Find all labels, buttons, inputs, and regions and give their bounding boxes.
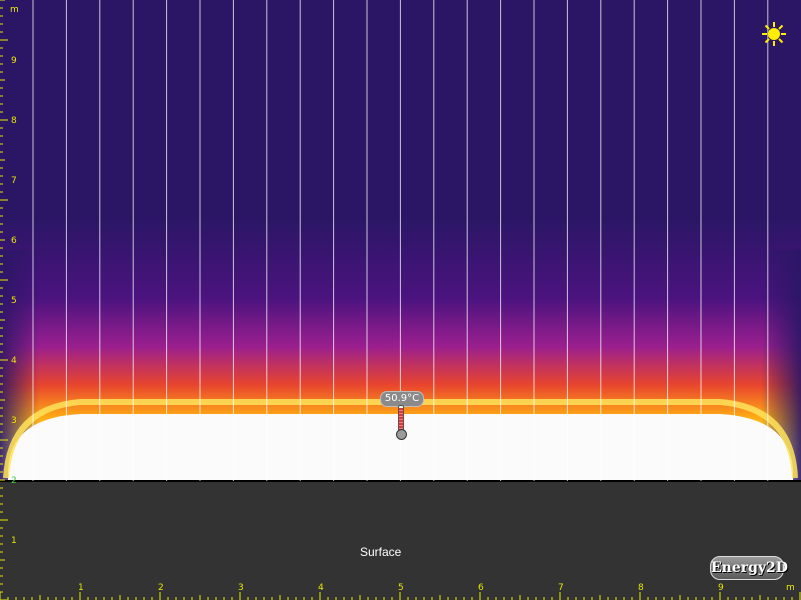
ruler-label-y: 4 [11, 356, 17, 366]
ruler-label-x: 4 [318, 583, 324, 593]
thermometer-icon[interactable] [396, 405, 407, 440]
ruler-label-y: 1 [11, 536, 17, 546]
ruler-label-x: 8 [638, 583, 644, 593]
ruler-unit-y: m [10, 5, 19, 15]
surface-label: Surface [360, 545, 402, 559]
ruler-label-x: 3 [238, 583, 244, 593]
energy2d-logo[interactable]: Energy2D [710, 556, 788, 580]
ruler-label-x: 7 [558, 583, 564, 593]
ruler-label-y: 2 [11, 476, 17, 486]
ruler-label-y: 9 [11, 56, 17, 66]
ruler-label-x: 6 [478, 583, 484, 593]
ruler-label-y: 6 [11, 236, 17, 246]
ruler-label-y: 8 [11, 116, 17, 126]
thermometer-mercury [399, 408, 403, 430]
ruler-label-x: 2 [158, 583, 164, 593]
ruler-label-x: 5 [398, 583, 404, 593]
ruler-label-y: 3 [11, 416, 17, 426]
ruler-label-x: 9 [718, 583, 724, 593]
ruler-label-y: 7 [11, 176, 17, 186]
sun-icon[interactable] [761, 21, 787, 47]
ruler-label-x: 1 [78, 583, 84, 593]
ruler-unit-x: m [786, 583, 795, 593]
simulation-canvas[interactable]: 1 2 3 4 5 6 7 8 9 1 2 3 4 5 6 7 8 9 m m [0, 0, 801, 600]
ruler-label-y: 5 [11, 296, 17, 306]
thermometer-bulb [396, 429, 407, 440]
